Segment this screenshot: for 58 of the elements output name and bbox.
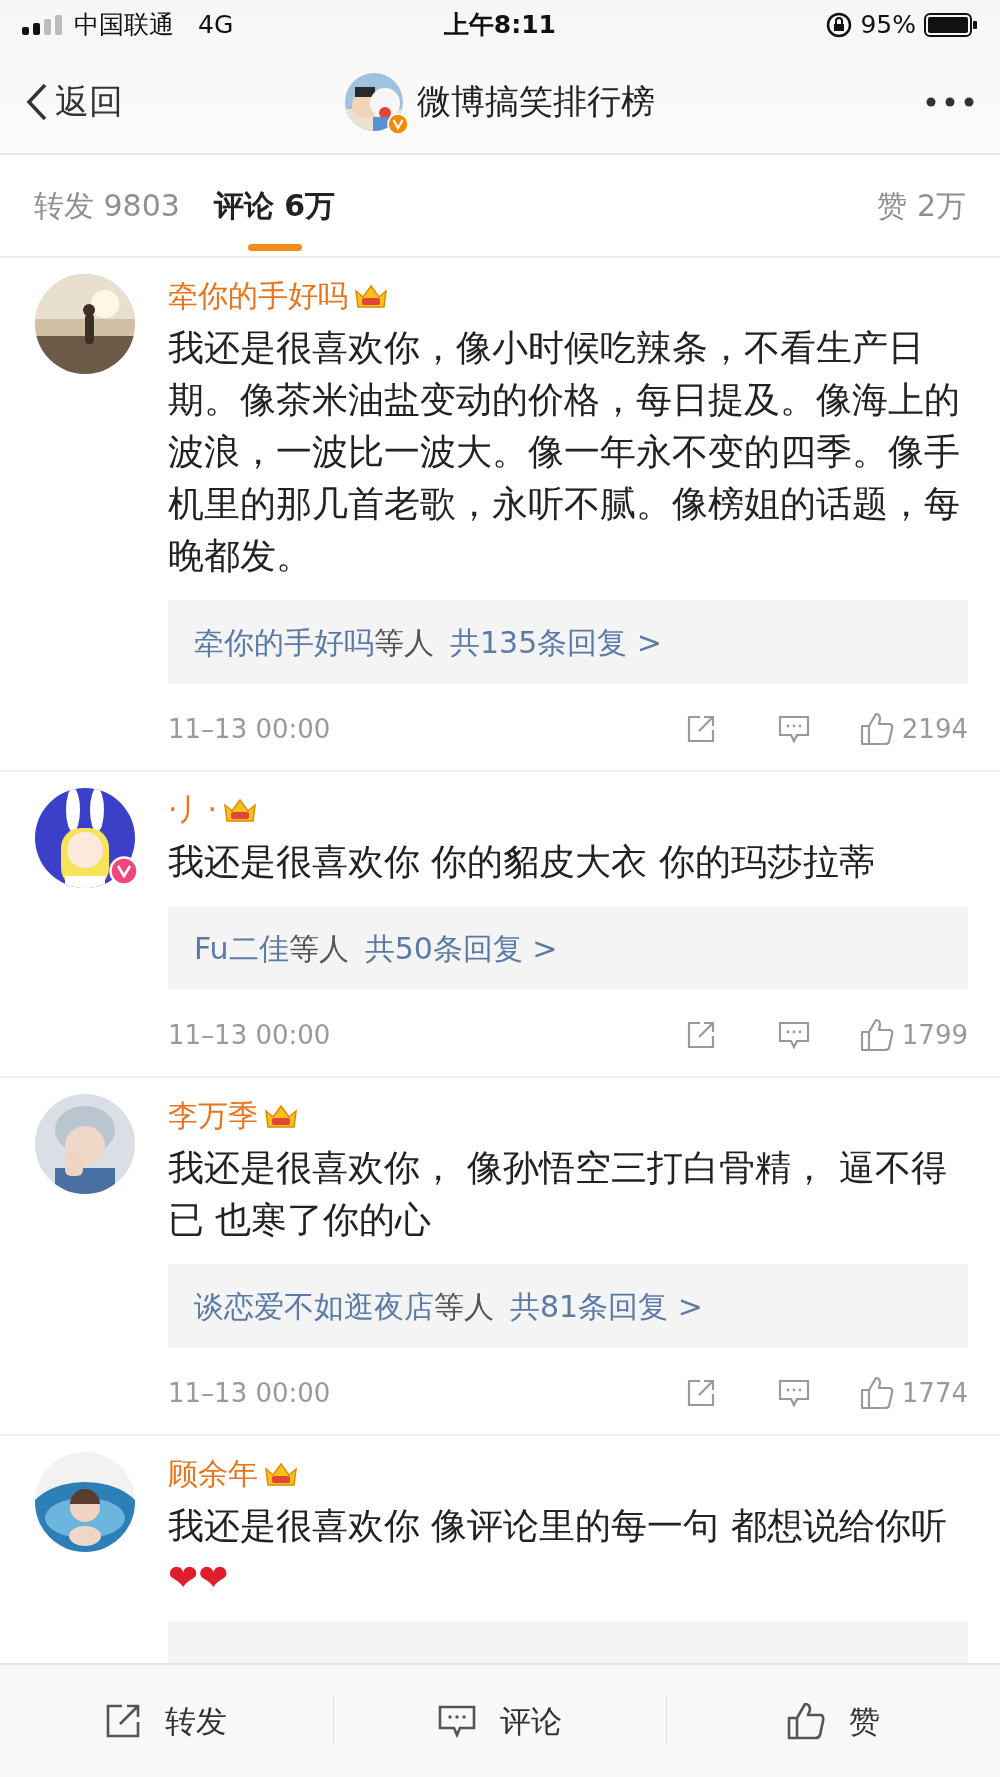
comment-icon bbox=[777, 1378, 810, 1408]
comment-icon bbox=[777, 714, 810, 744]
like-button[interactable]: 1799 bbox=[859, 1015, 968, 1055]
rotation-lock-icon bbox=[826, 12, 853, 38]
comment-time: 11–13 00:00 bbox=[168, 1376, 331, 1410]
carrier-name: 中国联通 bbox=[74, 9, 174, 42]
like-button[interactable]: 1774 bbox=[859, 1373, 968, 1413]
back-chevron-icon bbox=[25, 81, 49, 122]
tab[interactable]: 转发 9803 bbox=[34, 154, 180, 257]
repost-button[interactable] bbox=[685, 1378, 716, 1408]
status-time: 上午8:11 bbox=[443, 10, 556, 40]
comment-icon bbox=[438, 1704, 476, 1738]
comment-action-button[interactable]: 评论 bbox=[333, 1691, 667, 1751]
repost-button[interactable] bbox=[685, 1020, 716, 1050]
heart-emoji: ❤❤ bbox=[168, 1556, 230, 1600]
repost-button[interactable] bbox=[685, 714, 716, 744]
thumbs-up-icon bbox=[859, 1376, 894, 1410]
comment-icon bbox=[777, 1020, 810, 1050]
battery-icon bbox=[924, 12, 978, 38]
share-icon bbox=[685, 1378, 716, 1408]
reply-users[interactable]: 牵你的手好吗 bbox=[194, 619, 374, 665]
share-icon bbox=[685, 1020, 716, 1050]
comment-time: 11–13 00:00 bbox=[168, 712, 331, 746]
page-title: 微博搞笑排行榜 bbox=[417, 80, 655, 123]
thumbs-up-icon bbox=[787, 1702, 826, 1740]
network-type: 4G bbox=[198, 9, 234, 42]
thumbs-up-icon bbox=[859, 1018, 894, 1052]
reply-suffix: 等人 bbox=[374, 623, 434, 662]
reply-suffix: 等人 bbox=[288, 929, 349, 968]
thumbs-up-icon bbox=[859, 712, 894, 746]
replies-link[interactable]: 共50条回复 > bbox=[364, 925, 558, 971]
comment-text: 我还是很喜欢你 你的貂皮大衣 你的玛莎拉蒂 bbox=[168, 840, 876, 884]
tab[interactable]: 赞 2万 bbox=[877, 154, 966, 257]
reply-users[interactable]: Fu二佳 bbox=[194, 925, 289, 971]
repost-action-button[interactable]: 转发 bbox=[0, 1691, 333, 1751]
tab[interactable]: 评论 6万 bbox=[213, 154, 336, 257]
comment-time: 11–13 00:00 bbox=[168, 1018, 331, 1052]
battery-percent: 95% bbox=[860, 9, 916, 42]
like-button[interactable]: 2194 bbox=[859, 709, 968, 749]
user-name[interactable]: 李万季 bbox=[168, 1094, 258, 1138]
replies-link[interactable]: 共81条回复 > bbox=[510, 1283, 703, 1329]
user-name[interactable]: ·丿· bbox=[168, 788, 218, 832]
like-action-button[interactable]: 赞 bbox=[667, 1691, 1000, 1751]
reply-suffix: 等人 bbox=[434, 1287, 494, 1326]
more-icon[interactable] bbox=[925, 95, 975, 108]
comment-text: 我还是很喜欢你 像评论里的每一句 都想说给你听 bbox=[168, 1504, 948, 1548]
reply-users[interactable]: 谈恋爱不如逛夜店 bbox=[194, 1283, 434, 1329]
comment-text: 我还是很喜欢你，像小时候吃辣条，不看生产日期。像茶米油盐变动的价格，每日提及。像海上的波浪，一波比一波大。像一年永不变的四季。像手机里的那几首老歌，永听不腻。像榜姐的话题，每晚都发。 bbox=[168, 326, 961, 578]
replies-link[interactable]: 共135条回复 > bbox=[450, 619, 662, 665]
user-name[interactable]: 顾余年 bbox=[168, 1452, 258, 1496]
share-icon bbox=[105, 1703, 142, 1739]
comment-button[interactable] bbox=[777, 714, 810, 744]
comment-button[interactable] bbox=[777, 1378, 810, 1408]
comment-button[interactable] bbox=[777, 1020, 810, 1050]
back-link[interactable]: 返回 bbox=[25, 76, 123, 127]
user-name[interactable]: 牵你的手好吗 bbox=[168, 274, 348, 318]
comment-text: 我还是很喜欢你， 像孙悟空三打白骨精， 逼不得已 也寒了你的心 bbox=[168, 1146, 948, 1242]
share-icon bbox=[685, 714, 716, 744]
